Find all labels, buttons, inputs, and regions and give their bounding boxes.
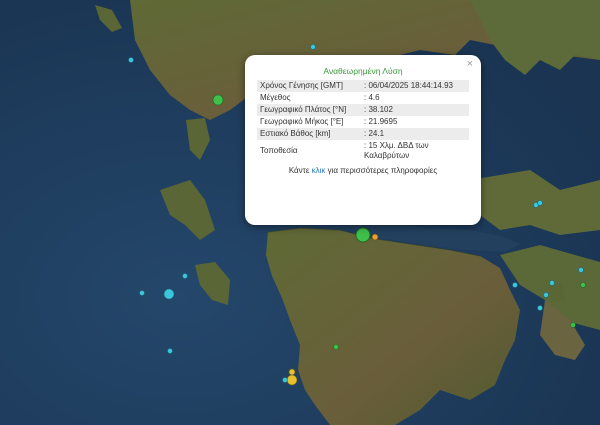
info-row-longitude: Γεωγραφικό Μήκος [°E] : 21.9695 [257, 116, 469, 128]
popup-title: Αναθεωρημένη Λύση [323, 66, 403, 76]
info-value: : 4.6 [364, 93, 380, 102]
earthquake-marker[interactable] [212, 94, 224, 106]
earthquake-marker[interactable] [543, 292, 549, 298]
earthquake-marker[interactable] [570, 322, 576, 328]
info-label: Γεωγραφικό Πλάτος [°N] [257, 104, 361, 116]
earthquake-marker[interactable] [512, 282, 518, 288]
earthquake-marker[interactable] [578, 267, 584, 273]
earthquake-popup: × Αναθεωρημένη Λύση Χρόνος Γένησης [GMT]… [245, 55, 481, 225]
earthquake-info-table: Χρόνος Γένησης [GMT] : 06/04/2025 18:44:… [257, 80, 469, 162]
earthquake-marker[interactable] [288, 368, 296, 376]
info-label: Μέγεθος [260, 93, 291, 102]
info-value: : 38.102 [361, 104, 469, 116]
earthquake-marker[interactable] [537, 200, 543, 206]
earthquake-marker[interactable] [549, 280, 555, 286]
earthquake-marker-selected[interactable] [355, 227, 371, 243]
info-label: Εστιακό Βάθος [km] [257, 128, 361, 140]
earthquake-marker[interactable] [128, 57, 134, 63]
more-info-line: Κάντε κλικ για περισσότερες πληροφορίες [288, 166, 438, 175]
earthquake-marker[interactable] [310, 44, 316, 50]
earthquake-marker[interactable] [286, 374, 298, 386]
info-label: Τοποθεσία [260, 146, 298, 155]
info-row-latitude: Γεωγραφικό Πλάτος [°N] : 38.102 [257, 104, 469, 116]
info-value: : 06/04/2025 18:44:14.93 [361, 80, 469, 92]
info-value: : 21.9695 [364, 117, 398, 126]
info-row-location: Τοποθεσία : 15 Χλμ. ΔΒΔ των Καλαβρύτων [257, 140, 469, 162]
earthquake-marker[interactable] [167, 348, 173, 354]
info-value: : 24.1 [361, 128, 469, 140]
earthquake-marker[interactable] [537, 305, 543, 311]
earthquake-marker[interactable] [333, 344, 339, 350]
info-label: Γεωγραφικό Μήκος [°E] [260, 117, 344, 126]
earthquake-marker[interactable] [182, 273, 188, 279]
earthquake-marker[interactable] [163, 288, 175, 300]
info-value: : 15 Χλμ. ΔΒΔ των Καλαβρύτων [364, 141, 429, 160]
info-label: Χρόνος Γένησης [GMT] [257, 80, 361, 92]
earthquake-marker[interactable] [282, 377, 288, 383]
more-info-link[interactable]: κλικ [312, 166, 326, 175]
earthquake-marker[interactable] [371, 233, 379, 241]
earthquake-marker[interactable] [139, 290, 145, 296]
info-row-depth: Εστιακό Βάθος [km] : 24.1 [257, 128, 469, 140]
info-row-origin-time: Χρόνος Γένησης [GMT] : 06/04/2025 18:44:… [257, 80, 469, 92]
close-icon[interactable]: × [467, 59, 473, 70]
info-row-magnitude: Μέγεθος : 4.6 [257, 92, 469, 104]
earthquake-marker[interactable] [580, 282, 586, 288]
